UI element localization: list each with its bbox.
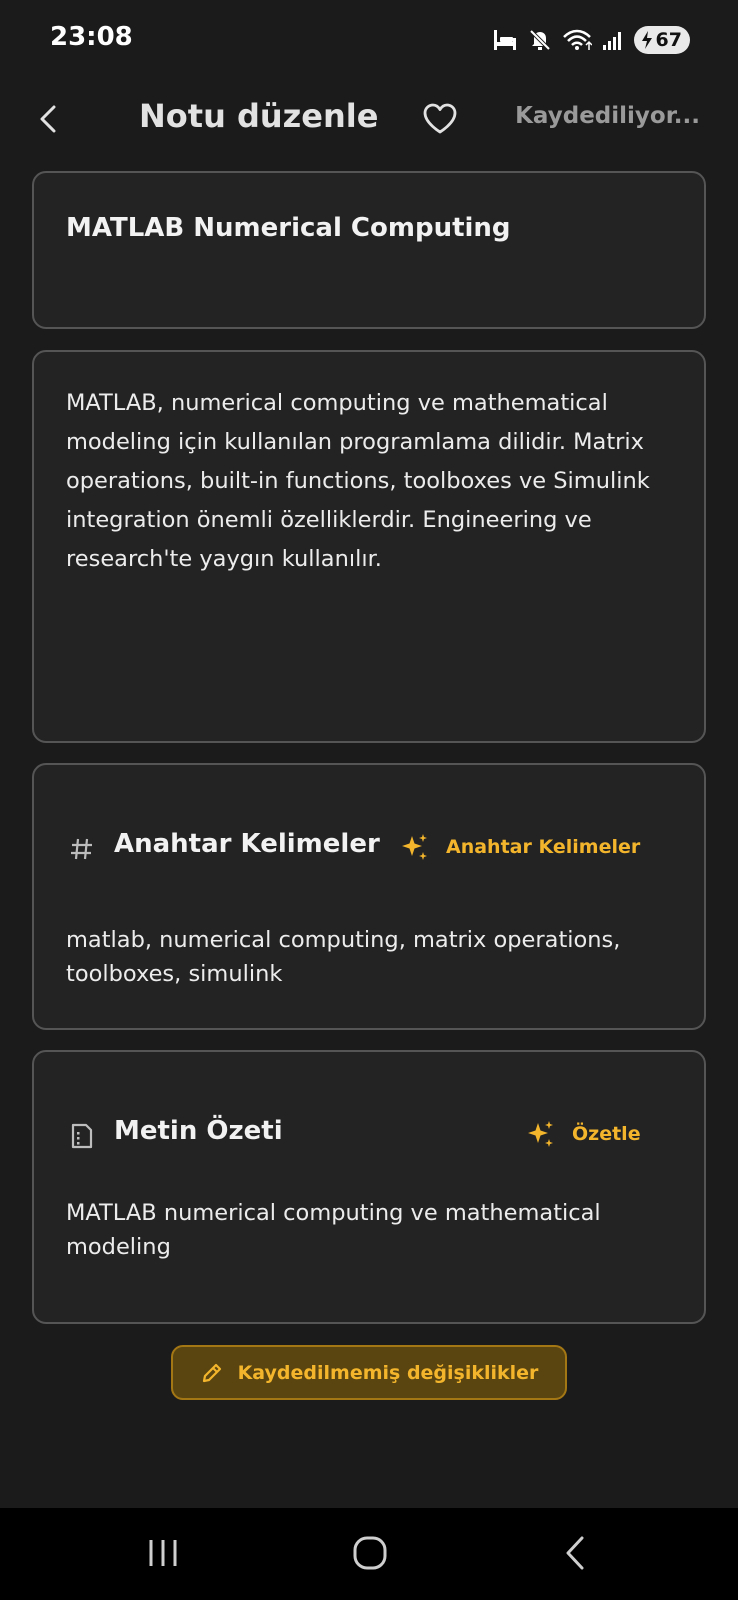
generate-keywords-button[interactable]: Anahtar Kelimeler	[400, 832, 640, 862]
generate-keywords-label: Anahtar Kelimeler	[446, 836, 641, 858]
back-arrow-icon	[40, 105, 56, 133]
heart-icon	[423, 103, 457, 134]
signal-icon	[602, 32, 621, 50]
keywords-title: Anahtar Kelimeler	[114, 829, 380, 859]
home-button[interactable]	[346, 1532, 394, 1576]
mute-icon	[529, 29, 550, 51]
note-body-text: MATLAB, numerical computing ve mathemati…	[66, 390, 650, 572]
note-title-text: MATLAB Numerical Computing	[66, 213, 511, 243]
summarize-button[interactable]: Özetle	[526, 1119, 641, 1149]
recent-apps-button[interactable]	[139, 1532, 187, 1576]
recent-apps-icon	[149, 1540, 177, 1566]
unsaved-changes-label: Kaydedilmemiş değişiklikler	[237, 1361, 539, 1384]
saving-status: Kaydediliyor...	[515, 103, 700, 129]
note-body-field[interactable]: MATLAB, numerical computing ve mathemati…	[32, 350, 706, 743]
wifi-icon	[562, 29, 592, 50]
system-nav-bar	[0, 1508, 738, 1600]
document-icon	[71, 1123, 93, 1149]
summarize-label: Özetle	[572, 1123, 641, 1145]
unsaved-changes-badge[interactable]: Kaydedilmemiş değişiklikler	[171, 1345, 567, 1400]
note-title-field[interactable]: MATLAB Numerical Computing	[32, 171, 706, 329]
sparkles-icon	[402, 834, 427, 860]
charging-icon	[641, 31, 652, 49]
summary-text[interactable]: MATLAB numerical computing ve mathematic…	[66, 1196, 676, 1264]
summary-title: Metin Özeti	[114, 1116, 283, 1146]
home-icon	[353, 1536, 387, 1570]
favorite-button[interactable]	[420, 99, 460, 139]
keywords-card: Anahtar Kelimeler Anahtar Kelimeler matl…	[32, 763, 706, 1030]
summary-card: Metin Özeti Özetle MATLAB numerical comp…	[32, 1050, 706, 1324]
page-title: Notu düzenle	[139, 97, 379, 135]
keywords-text[interactable]: matlab, numerical computing, matrix oper…	[66, 923, 676, 991]
back-button[interactable]	[30, 99, 70, 139]
system-back-button[interactable]	[552, 1532, 600, 1576]
sparkles-icon	[528, 1121, 553, 1147]
app-header: Notu düzenle Kaydediliyor...	[0, 85, 738, 155]
pencil-icon	[202, 1363, 221, 1382]
back-icon	[566, 1536, 584, 1570]
status-time: 23:08	[50, 22, 133, 52]
status-icons: 67	[492, 24, 690, 56]
battery-level: 67	[655, 29, 682, 51]
hashtag-icon	[71, 838, 92, 860]
status-bar: 23:08 67	[0, 0, 738, 80]
sleep-mode-icon	[493, 30, 516, 50]
battery-indicator: 67	[633, 26, 690, 54]
